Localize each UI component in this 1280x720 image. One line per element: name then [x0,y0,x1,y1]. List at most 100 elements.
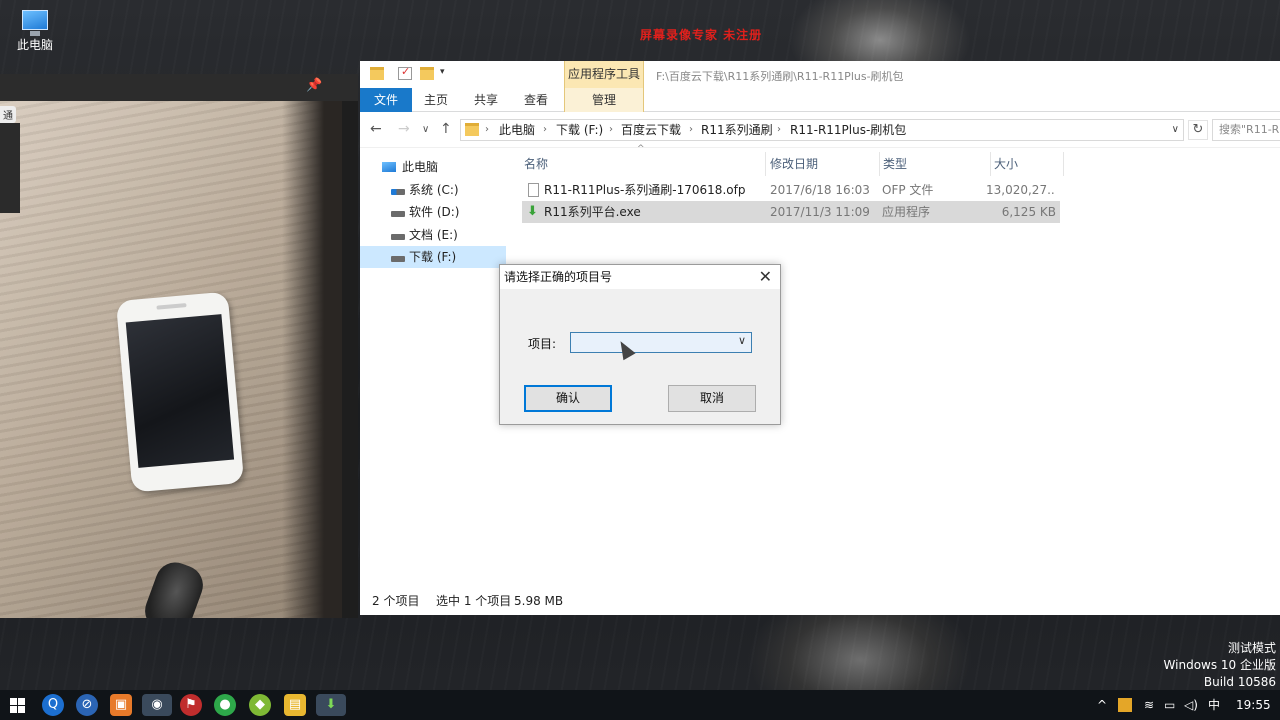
phone-screen [125,314,235,468]
breadcrumb-separator[interactable]: › [543,120,547,140]
context-tab-title: 应用程序工具 [564,61,644,88]
clock[interactable]: 19:55 [1236,697,1271,713]
status-bar: 2 个项目 选中 1 个项目 5.98 MB [360,588,1280,615]
column-header-size[interactable]: 大小 [992,152,1064,176]
camera-tag: 通 [0,106,16,123]
computer-icon [382,162,396,172]
tab-home[interactable]: 主页 [412,88,460,112]
tree-item-drive-d[interactable]: 软件 (D:) [360,201,506,223]
tree-item-drive-e[interactable]: 文档 (E:) [360,224,506,246]
finger-image [139,556,209,618]
breadcrumb-drive-f[interactable]: 下载 (F:) [556,120,603,140]
browser-icon[interactable]: ⊘ [76,694,98,716]
battery-icon[interactable]: ▭ [1164,697,1175,713]
tray-expand-icon[interactable]: ^ [1097,697,1107,713]
computer-icon [22,10,48,36]
breadcrumb-r11-series[interactable]: R11系列通刷 [701,120,773,140]
windows-start-icon[interactable] [10,698,25,713]
tab-view[interactable]: 查看 [512,88,560,112]
table-row[interactable]: ⬇ R11系列平台.exe 2017/11/3 11:09 应用程序 6,125… [522,201,1060,223]
back-icon[interactable]: ← [370,121,382,137]
column-header-type[interactable]: 类型 [881,152,991,176]
desktop-icon-this-pc[interactable]: 此电脑 [8,8,62,53]
breadcrumb-baidu-download[interactable]: 百度云下载 [621,120,681,140]
navigation-pane: 此电脑 系统 (C:) 软件 (D:) 文档 (E:) 下载 (F:) [360,148,506,588]
file-name: R11系列平台.exe [544,205,641,219]
installer-taskbar-icon[interactable]: ⬇ [316,694,346,716]
file-icon [528,183,539,197]
ime-indicator[interactable]: 中 [1208,697,1220,713]
app-icon[interactable]: ▣ [110,694,132,716]
cancel-button[interactable]: 取消 [668,385,756,412]
app-green-icon[interactable]: ◆ [249,694,271,716]
recorder-app-icon[interactable]: ◉ [142,694,172,716]
file-name: R11-R11Plus-系列通刷-170618.ofp [544,183,746,197]
tab-file[interactable]: 文件 [360,88,412,112]
breadcrumb-separator[interactable]: › [777,120,781,140]
file-date: 2017/6/18 16:03 [770,183,870,197]
breadcrumb-this-pc[interactable]: 此电脑 [499,120,535,140]
address-bar[interactable]: › 此电脑 › 下载 (F:) › 百度云下载 › R11系列通刷 › R11-… [460,119,1184,141]
tab-share[interactable]: 共享 [462,88,510,112]
up-icon[interactable]: ↑ [440,121,452,137]
phone-speaker [156,303,187,310]
new-folder-icon[interactable] [420,67,434,80]
taskbar: Q ⊘ ▣ ◉ ⚑ ● ◆ ▤ ⬇ ^ ≋ ▭ ◁) 中 19:55 [0,690,1280,720]
watermark-test-mode: 测试模式 [1227,641,1276,655]
tree-item-label: 此电脑 [402,160,439,174]
project-select[interactable]: ∨ [570,332,752,353]
tab-manage[interactable]: 管理 [564,88,644,112]
tray-app-icon[interactable] [1118,698,1132,712]
quick-access-dropdown-icon[interactable]: ▾ [440,67,445,77]
phone-image [115,291,245,493]
dialog-title-text: 请选择正确的项目号 [504,270,613,284]
address-dropdown-icon[interactable]: ∨ [1172,120,1179,140]
column-header-name[interactable]: 名称 [522,152,766,176]
folder-icon [370,67,384,80]
volume-icon[interactable]: ◁) [1184,697,1198,713]
camera-side-strip [0,123,20,213]
forward-icon[interactable]: → [398,121,410,137]
properties-icon[interactable] [398,65,412,80]
folder-icon [465,123,479,136]
tree-item-drive-f[interactable]: 下载 (F:) [360,246,506,268]
chevron-down-icon[interactable]: ∨ [738,334,746,347]
desktop-icon-label: 此电脑 [16,38,53,52]
breadcrumb-r11-package[interactable]: R11-R11Plus-刷机包 [790,120,906,140]
camera-titlebar[interactable]: 📌 [0,74,358,101]
drive-icon [391,256,405,262]
camera-feed: 通 [0,101,342,618]
window-title-path: F:\百度云下载\R11系列通刷\R11-R11Plus-刷机包 [656,70,904,83]
select-project-dialog[interactable]: 请选择正确的项目号 ✕ 项目: ∨ 确认 取消 [499,264,781,425]
tree-item-this-pc[interactable]: 此电脑 [360,156,506,178]
breadcrumb-separator[interactable]: › [689,120,693,140]
recent-dropdown-icon[interactable]: ∨ [422,124,429,135]
tree-item-label: 文档 (E:) [409,228,458,242]
file-explorer-icon[interactable]: ▤ [284,694,306,716]
search-input[interactable]: 搜索"R11-R... [1212,119,1280,141]
tree-item-label: 系统 (C:) [409,183,459,197]
wifi-icon[interactable]: ≋ [1144,697,1154,713]
column-header-date[interactable]: 修改日期 [768,152,880,176]
confirm-button[interactable]: 确认 [524,385,612,412]
camera-preview-window[interactable]: 📌 通 [0,74,358,618]
antivirus-icon[interactable]: ⚑ [180,694,202,716]
watermark-build: Build 10586 [1203,675,1276,689]
file-size: 6,125 KB [1001,205,1056,219]
tree-item-drive-c[interactable]: 系统 (C:) [360,179,506,201]
file-type: OFP 文件 [882,183,934,197]
drive-icon [391,189,405,195]
recorder-watermark: 屏幕录像专家 未注册 [640,28,763,42]
pin-icon[interactable]: 📌 [306,78,322,93]
wechat-icon[interactable]: ● [214,694,236,716]
search-icon[interactable]: Q [42,694,64,716]
table-row[interactable]: R11-R11Plus-系列通刷-170618.ofp 2017/6/18 16… [522,179,1060,201]
explorer-titlebar[interactable]: ▾ 应用程序工具 F:\百度云下载\R11系列通刷\R11-R11Plus-刷机… [360,61,1280,88]
file-date: 2017/11/3 11:09 [770,205,870,219]
breadcrumb-separator[interactable]: › [609,120,613,140]
close-icon[interactable]: ✕ [759,265,772,289]
refresh-icon[interactable]: ↻ [1188,120,1208,140]
file-explorer-window[interactable]: ▾ 应用程序工具 F:\百度云下载\R11系列通刷\R11-R11Plus-刷机… [360,61,1280,615]
dialog-title: 请选择正确的项目号 ✕ [500,265,780,289]
breadcrumb-separator[interactable]: › [485,120,489,140]
